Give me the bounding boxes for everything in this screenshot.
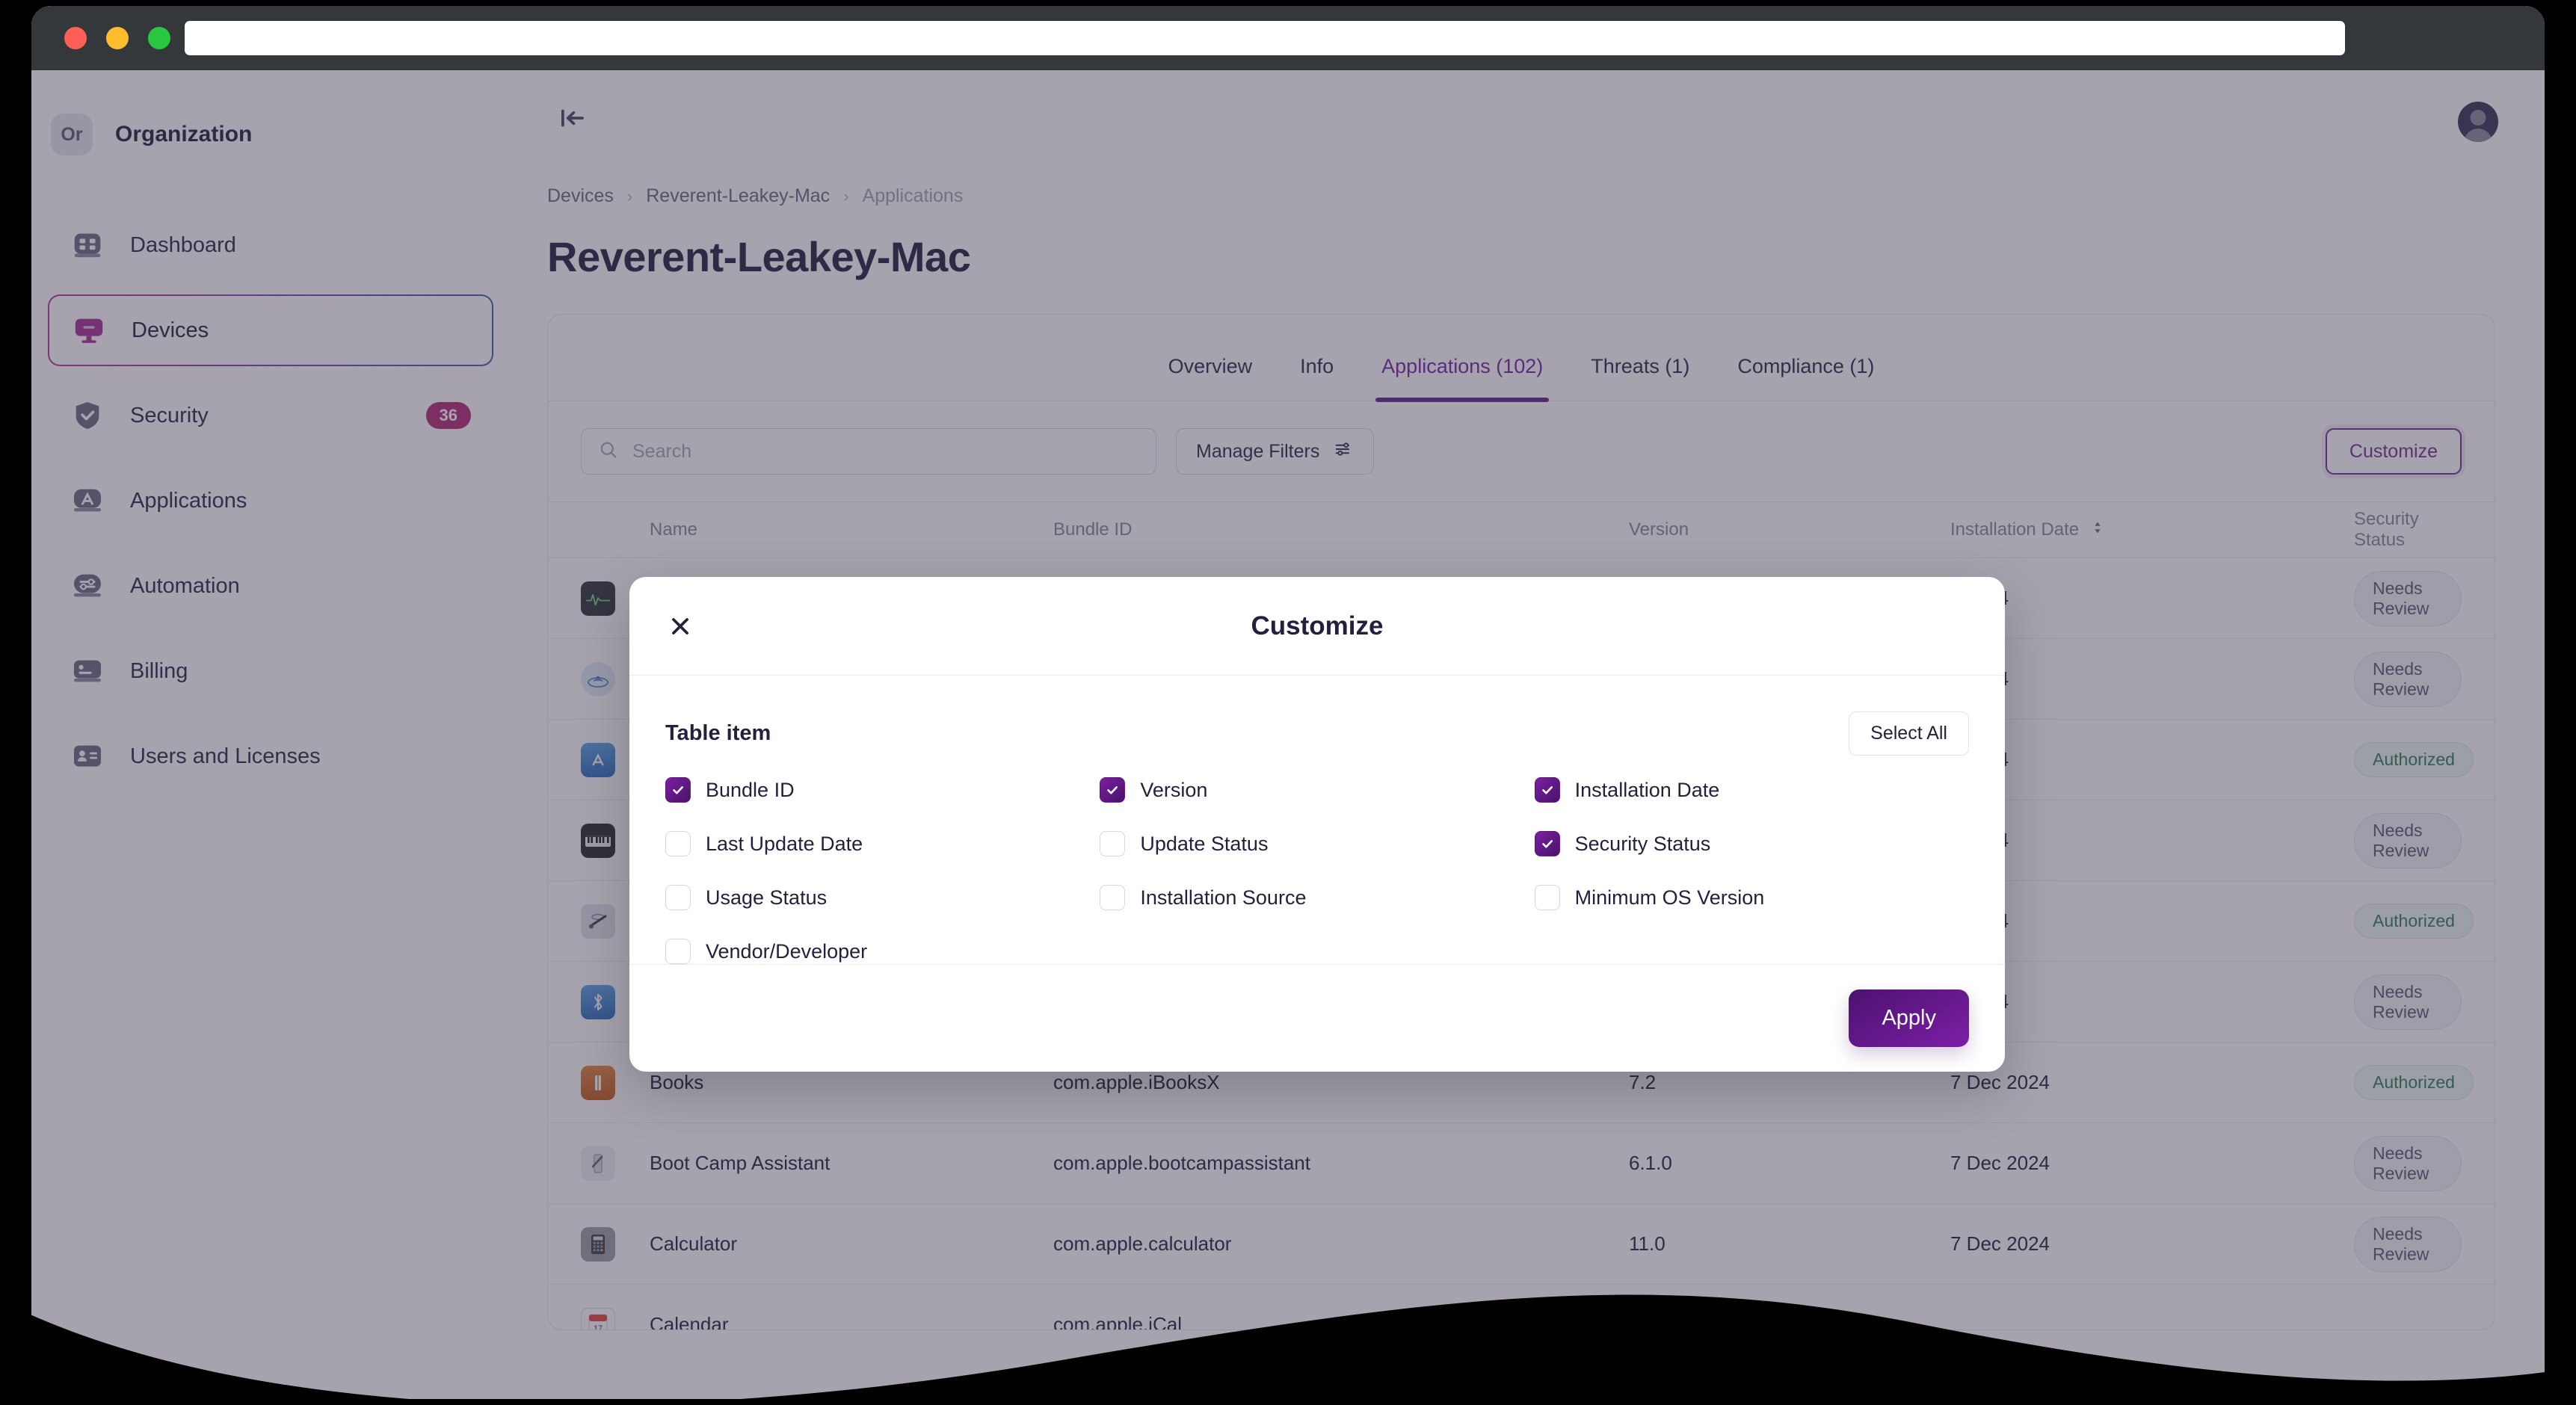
option-vendor-developer[interactable]: Vendor/Developer (665, 939, 1100, 965)
option-usage-status[interactable]: Usage Status (665, 885, 1100, 911)
apply-button[interactable]: Apply (1849, 989, 1969, 1048)
option-label: Version (1140, 778, 1208, 801)
option-label: Update Status (1140, 832, 1269, 855)
customize-modal: Customize Table item Select All Bundle I… (629, 577, 2005, 1072)
modal-title: Customize (1251, 611, 1384, 640)
option-label: Vendor/Developer (706, 939, 868, 963)
option-minimum-os-version[interactable]: Minimum OS Version (1534, 885, 1969, 911)
apply-label: Apply (1882, 1006, 1936, 1031)
app-body: Or Organization Dashboard Devices Securi… (31, 70, 2545, 1399)
checkbox-security-status[interactable] (1534, 831, 1560, 857)
modal-header: Customize (629, 577, 2005, 676)
select-all-button[interactable]: Select All (1849, 711, 1969, 756)
option-label: Usage Status (706, 886, 828, 909)
close-icon[interactable] (664, 610, 697, 643)
modal-body: Table item Select All Bundle ID Version … (629, 676, 2005, 965)
option-security-status[interactable]: Security Status (1534, 831, 1969, 857)
option-bundle-id[interactable]: Bundle ID (665, 777, 1100, 803)
traffic-lights (64, 27, 170, 49)
checkbox-installation-source[interactable] (1100, 885, 1126, 911)
option-label: Last Update Date (706, 832, 863, 855)
checkbox-last-update-date[interactable] (665, 831, 691, 857)
browser-window: Or Organization Dashboard Devices Securi… (31, 6, 2545, 1399)
select-all-label: Select All (1870, 722, 1947, 744)
checkbox-minimum-os-version[interactable] (1534, 885, 1560, 911)
checkbox-usage-status[interactable] (665, 885, 691, 911)
checkbox-bundle-id[interactable] (665, 777, 691, 803)
option-label: Minimum OS Version (1574, 886, 1765, 909)
minimize-window-button[interactable] (106, 27, 129, 49)
option-label: Security Status (1574, 832, 1711, 855)
option-label: Installation Source (1140, 886, 1307, 909)
modal-footer: Apply (629, 964, 2005, 1072)
checkbox-update-status[interactable] (1100, 831, 1126, 857)
option-label: Installation Date (1574, 778, 1720, 801)
checkbox-installation-date[interactable] (1534, 777, 1560, 803)
option-installation-date[interactable]: Installation Date (1534, 777, 1969, 803)
customize-options-grid: Bundle ID Version Installation Date Last… (665, 777, 1969, 965)
option-last-update-date[interactable]: Last Update Date (665, 831, 1100, 857)
option-label: Bundle ID (706, 778, 795, 801)
address-bar[interactable] (185, 21, 2345, 55)
screenshot-root: Or Organization Dashboard Devices Securi… (0, 0, 2576, 1405)
table-item-label: Table item (665, 720, 771, 745)
option-version[interactable]: Version (1100, 777, 1534, 803)
option-installation-source[interactable]: Installation Source (1100, 885, 1534, 911)
checkbox-vendor-developer[interactable] (665, 939, 691, 965)
modal-section-header: Table item Select All (665, 705, 1969, 761)
checkbox-version[interactable] (1100, 777, 1126, 803)
option-update-status[interactable]: Update Status (1100, 831, 1534, 857)
zoom-window-button[interactable] (148, 27, 170, 49)
close-window-button[interactable] (64, 27, 87, 49)
window-titlebar (31, 6, 2545, 70)
